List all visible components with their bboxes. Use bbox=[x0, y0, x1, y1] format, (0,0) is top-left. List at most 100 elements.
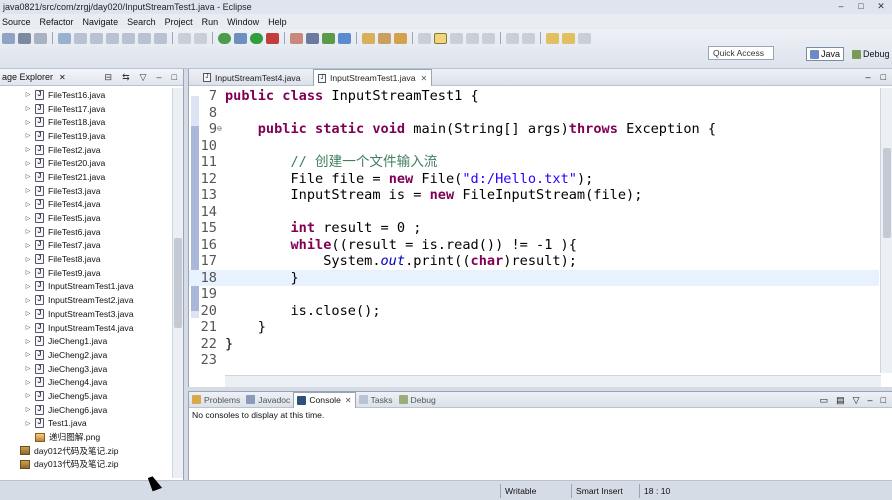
expand-icon[interactable]: ▷ bbox=[24, 146, 32, 153]
code-line[interactable]: 19 bbox=[189, 286, 879, 303]
skip-breakpoints-icon[interactable] bbox=[218, 32, 231, 44]
expand-icon[interactable]: ▷ bbox=[24, 379, 32, 386]
open-console-icon[interactable]: ▤ bbox=[836, 395, 845, 406]
expand-icon[interactable]: ▷ bbox=[24, 105, 32, 112]
menu-navigate[interactable]: Navigate bbox=[83, 17, 119, 27]
tree-item[interactable]: ▷ J FileTest21.java bbox=[0, 170, 172, 184]
package-explorer-title[interactable]: age Explorer bbox=[2, 72, 53, 82]
tree-item[interactable]: ▷ J JieCheng5.java bbox=[0, 389, 172, 403]
tree-item[interactable]: ▷ J JieCheng2.java bbox=[0, 348, 172, 362]
code-line[interactable]: 22} bbox=[189, 336, 879, 353]
tree-item[interactable]: ▷ J InputStreamTest4.java bbox=[0, 321, 172, 335]
tree-item[interactable]: ▷ J InputStreamTest2.java bbox=[0, 293, 172, 307]
next-annotation-icon[interactable] bbox=[506, 32, 519, 44]
tree-item[interactable]: ▷ J InputStreamTest3.java bbox=[0, 307, 172, 321]
tree-item[interactable]: 递归图解.png bbox=[0, 430, 172, 444]
collapse-all-icon[interactable]: ⊟ bbox=[105, 72, 113, 83]
tree-item[interactable]: day012代码及笔记.zip bbox=[0, 444, 172, 458]
expand-icon[interactable]: ▷ bbox=[24, 297, 32, 304]
expand-icon[interactable]: ▷ bbox=[24, 420, 32, 427]
maximize-editor-icon[interactable]: □ bbox=[881, 72, 886, 82]
tree-item[interactable]: ▷ J FileTest16.java bbox=[0, 88, 172, 102]
disconnect-icon[interactable] bbox=[106, 32, 119, 44]
code-line[interactable]: 21 } bbox=[189, 319, 879, 336]
code-line[interactable]: 18 } bbox=[189, 269, 879, 286]
expand-icon[interactable]: ▷ bbox=[24, 310, 32, 317]
link-with-editor-icon[interactable]: ⇆ bbox=[122, 72, 130, 83]
menu-source[interactable]: Source bbox=[2, 17, 31, 27]
use-step-filters-icon[interactable] bbox=[194, 32, 207, 44]
tab-console[interactable]: Console ✕ bbox=[293, 391, 356, 408]
suspend-icon[interactable] bbox=[74, 32, 87, 44]
tab-javadoc[interactable]: Javadoc bbox=[243, 392, 293, 408]
editor-horizontal-scrollbar[interactable] bbox=[225, 375, 881, 387]
expand-icon[interactable]: ▷ bbox=[24, 406, 32, 413]
toggle-word-wrap-icon[interactable] bbox=[434, 32, 447, 44]
expand-icon[interactable]: ▷ bbox=[24, 269, 32, 276]
close-tab-icon[interactable]: ✕ bbox=[421, 74, 428, 83]
expand-icon[interactable]: ▷ bbox=[24, 201, 32, 208]
expand-icon[interactable]: ▷ bbox=[24, 132, 32, 139]
tab-inputstreamtest1[interactable]: J InputStreamTest1.java ✕ bbox=[313, 69, 433, 86]
tree-item[interactable]: ▷ J FileTest18.java bbox=[0, 115, 172, 129]
save-icon[interactable] bbox=[18, 32, 31, 44]
step-return-icon[interactable] bbox=[154, 32, 167, 44]
minimize-view-icon[interactable]: – bbox=[157, 72, 162, 83]
fold-icon[interactable]: ⊖ bbox=[217, 125, 225, 133]
tree-item[interactable]: ▷ J FileTest6.java bbox=[0, 225, 172, 239]
maximize-view-icon[interactable]: □ bbox=[881, 395, 886, 406]
tree-item[interactable]: ▷ J FileTest19.java bbox=[0, 129, 172, 143]
minimize-icon[interactable]: – bbox=[836, 1, 846, 11]
maximize-icon[interactable]: □ bbox=[856, 1, 866, 11]
code-line[interactable]: 10 bbox=[189, 138, 879, 155]
tree-item[interactable]: ▷ J FileTest4.java bbox=[0, 198, 172, 212]
expand-icon[interactable]: ▷ bbox=[24, 283, 32, 290]
close-view-icon[interactable]: ✕ bbox=[59, 73, 66, 82]
open-task-icon[interactable] bbox=[378, 32, 391, 44]
tree-item[interactable]: ▷ J JieCheng4.java bbox=[0, 375, 172, 389]
expand-icon[interactable]: ▷ bbox=[24, 187, 32, 194]
scrollbar-thumb[interactable] bbox=[883, 148, 891, 238]
menu-help[interactable]: Help bbox=[268, 17, 287, 27]
close-tab-icon[interactable]: ✕ bbox=[345, 396, 352, 405]
code-line[interactable]: 11 // 创建一个文件输入流 bbox=[189, 154, 879, 171]
tree-item[interactable]: ▷ J JieCheng1.java bbox=[0, 334, 172, 348]
run-icon[interactable] bbox=[250, 32, 263, 44]
maximize-view-icon[interactable]: □ bbox=[172, 72, 177, 83]
toggle-mark-occurrences-icon[interactable] bbox=[418, 32, 431, 44]
package-explorer-scrollbar[interactable] bbox=[172, 88, 183, 478]
previous-annotation-icon[interactable] bbox=[522, 32, 535, 44]
expand-icon[interactable]: ▷ bbox=[24, 256, 32, 263]
expand-icon[interactable]: ▷ bbox=[24, 228, 32, 235]
resume-icon[interactable] bbox=[58, 32, 71, 44]
tree-item[interactable]: ▷ J FileTest3.java bbox=[0, 184, 172, 198]
block-selection-icon[interactable] bbox=[450, 32, 463, 44]
tab-problems[interactable]: Problems bbox=[189, 392, 243, 408]
terminate-icon[interactable] bbox=[90, 32, 103, 44]
search-icon[interactable] bbox=[394, 32, 407, 44]
code-line[interactable]: 12 File file = new File("d:/Hello.txt"); bbox=[189, 171, 879, 188]
pilcrow-icon[interactable] bbox=[482, 32, 495, 44]
back-icon[interactable] bbox=[546, 32, 559, 44]
tree-item[interactable]: ▷ J JieCheng3.java bbox=[0, 362, 172, 376]
open-type-icon[interactable] bbox=[362, 32, 375, 44]
menu-window[interactable]: Window bbox=[227, 17, 259, 27]
quick-access-field[interactable]: Quick Access bbox=[708, 46, 774, 60]
close-icon[interactable]: ✕ bbox=[876, 1, 886, 11]
tree-item[interactable]: ▷ J FileTest17.java bbox=[0, 102, 172, 116]
external-tools-icon[interactable] bbox=[266, 32, 279, 44]
expand-icon[interactable]: ▷ bbox=[24, 215, 32, 222]
coverage-icon[interactable] bbox=[290, 32, 303, 44]
tree-item[interactable]: ▷ J JieCheng6.java bbox=[0, 403, 172, 417]
expand-icon[interactable]: ▷ bbox=[24, 173, 32, 180]
expand-icon[interactable]: ▷ bbox=[24, 351, 32, 358]
last-edit-icon[interactable] bbox=[578, 32, 591, 44]
scrollbar-thumb[interactable] bbox=[174, 238, 182, 328]
expand-icon[interactable]: ▷ bbox=[24, 392, 32, 399]
code-line[interactable]: 17 System.out.print((char)result); bbox=[189, 253, 879, 270]
tree-item[interactable]: ▷ J FileTest20.java bbox=[0, 156, 172, 170]
new-java-project-icon[interactable] bbox=[306, 32, 319, 44]
tree-item[interactable]: ▷ J FileTest2.java bbox=[0, 143, 172, 157]
display-selected-console-icon[interactable]: ▭ bbox=[820, 395, 829, 406]
code-line[interactable]: 15 int result = 0 ; bbox=[189, 220, 879, 237]
